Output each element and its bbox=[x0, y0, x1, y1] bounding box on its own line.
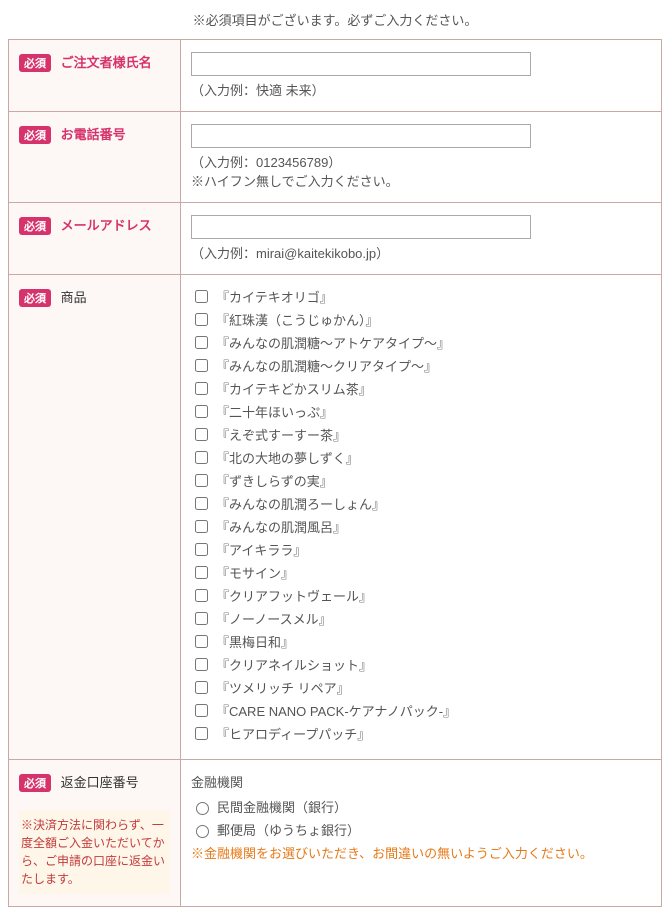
product-label: 『黒梅日和』 bbox=[216, 632, 294, 651]
product-label: 『ツメリッチ リペア』 bbox=[216, 678, 350, 697]
top-note: ※必須項目がございます。必ずご入力ください。 bbox=[0, 0, 670, 39]
product-checkbox[interactable] bbox=[195, 359, 208, 372]
product-label: 『北の大地の夢しずく』 bbox=[216, 448, 359, 467]
product-label: 『カイテキどかスリム茶』 bbox=[216, 379, 372, 398]
label-phone: お電話番号 bbox=[61, 127, 126, 142]
label-email: メールアドレス bbox=[61, 218, 152, 233]
required-badge: 必須 bbox=[19, 289, 51, 307]
refund-warn: ※金融機関をお選びいただき、お間違いの無いようご入力ください。 bbox=[191, 843, 651, 862]
required-badge: 必須 bbox=[19, 126, 51, 144]
refund-option-post: 郵便局（ゆうちょ銀行） bbox=[217, 820, 360, 839]
product-item: 『CARE NANO PACK-ケアナノパック-』 bbox=[191, 701, 651, 720]
product-list: 『カイテキオリゴ』『紅珠漢（こうじゅかん）』『みんなの肌潤糖～アトケアタイプ～』… bbox=[191, 287, 651, 743]
product-label: 『みんなの肌潤ろーしょん』 bbox=[216, 494, 385, 513]
required-badge: 必須 bbox=[19, 217, 51, 235]
product-checkbox[interactable] bbox=[195, 405, 208, 418]
refund-option-bank: 民間金融機関（銀行） bbox=[217, 797, 347, 816]
product-item: 『ヒアロディープパッチ』 bbox=[191, 724, 651, 743]
required-badge: 必須 bbox=[19, 54, 51, 72]
product-label: 『みんなの肌潤糖～アトケアタイプ～』 bbox=[216, 333, 450, 352]
product-label: 『CARE NANO PACK-ケアナノパック-』 bbox=[216, 701, 456, 720]
product-label: 『紅珠漢（こうじゅかん）』 bbox=[216, 310, 379, 329]
product-item: 『ずきしらずの実』 bbox=[191, 471, 651, 490]
product-item: 『みんなの肌潤糖～アトケアタイプ～』 bbox=[191, 333, 651, 352]
product-item: 『北の大地の夢しずく』 bbox=[191, 448, 651, 467]
product-label: 『アイキララ』 bbox=[216, 540, 306, 559]
product-label: 『モサイン』 bbox=[216, 563, 294, 582]
email-input[interactable] bbox=[191, 215, 531, 239]
product-checkbox[interactable] bbox=[195, 520, 208, 533]
product-checkbox[interactable] bbox=[195, 474, 208, 487]
product-checkbox[interactable] bbox=[195, 681, 208, 694]
product-checkbox[interactable] bbox=[195, 635, 208, 648]
refund-caution: ※決済方法に関わらず、一度全額ご入金いただいてから、ご申請の口座に返金いたします… bbox=[19, 810, 170, 894]
form-table: 必須 ご注文者様氏名 （入力例：快適 未来） 必須 お電話番号 （入力例：012… bbox=[8, 39, 662, 907]
product-item: 『ツメリッチ リペア』 bbox=[191, 678, 651, 697]
product-checkbox[interactable] bbox=[195, 497, 208, 510]
label-name: ご注文者様氏名 bbox=[61, 55, 152, 70]
product-label: 『えぞ式すーすー茶』 bbox=[216, 425, 346, 444]
product-item: 『二十年ほいっぷ』 bbox=[191, 402, 651, 421]
product-item: 『カイテキオリゴ』 bbox=[191, 287, 651, 306]
product-item: 『えぞ式すーすー茶』 bbox=[191, 425, 651, 444]
product-checkbox[interactable] bbox=[195, 704, 208, 717]
product-item: 『みんなの肌潤風呂』 bbox=[191, 517, 651, 536]
product-item: 『みんなの肌潤ろーしょん』 bbox=[191, 494, 651, 513]
product-checkbox[interactable] bbox=[195, 336, 208, 349]
product-label: 『ずきしらずの実』 bbox=[216, 471, 333, 490]
required-badge: 必須 bbox=[19, 774, 51, 792]
product-item: 『アイキララ』 bbox=[191, 540, 651, 559]
product-item: 『クリアネイルショット』 bbox=[191, 655, 651, 674]
product-checkbox[interactable] bbox=[195, 727, 208, 740]
name-input[interactable] bbox=[191, 52, 531, 76]
product-checkbox[interactable] bbox=[195, 612, 208, 625]
phone-hint: （入力例：0123456789） bbox=[191, 152, 651, 171]
product-checkbox[interactable] bbox=[195, 543, 208, 556]
product-label: 『二十年ほいっぷ』 bbox=[216, 402, 333, 421]
label-refund: 返金口座番号 bbox=[61, 775, 139, 790]
product-item: 『黒梅日和』 bbox=[191, 632, 651, 651]
product-checkbox[interactable] bbox=[195, 313, 208, 326]
product-item: 『モサイン』 bbox=[191, 563, 651, 582]
product-item: 『ノーノースメル』 bbox=[191, 609, 651, 628]
product-label: 『クリアフットヴェール』 bbox=[216, 586, 372, 605]
product-label: 『ノーノースメル』 bbox=[216, 609, 332, 628]
phone-note: ※ハイフン無しでご入力ください。 bbox=[191, 171, 651, 190]
name-hint: （入力例：快適 未来） bbox=[191, 80, 651, 99]
refund-radio-post[interactable] bbox=[196, 825, 209, 838]
product-label: 『みんなの肌潤風呂』 bbox=[216, 517, 346, 536]
refund-subhead: 金融機関 bbox=[191, 772, 651, 791]
label-products: 商品 bbox=[61, 290, 87, 305]
product-checkbox[interactable] bbox=[195, 290, 208, 303]
product-label: 『みんなの肌潤糖～クリアタイプ～』 bbox=[216, 356, 437, 375]
product-item: 『紅珠漢（こうじゅかん）』 bbox=[191, 310, 651, 329]
refund-radio-bank[interactable] bbox=[196, 802, 209, 815]
product-item: 『みんなの肌潤糖～クリアタイプ～』 bbox=[191, 356, 651, 375]
phone-input[interactable] bbox=[191, 124, 531, 148]
product-checkbox[interactable] bbox=[195, 428, 208, 441]
product-checkbox[interactable] bbox=[195, 451, 208, 464]
product-checkbox[interactable] bbox=[195, 589, 208, 602]
product-label: 『クリアネイルショット』 bbox=[216, 655, 372, 674]
product-checkbox[interactable] bbox=[195, 658, 208, 671]
product-checkbox[interactable] bbox=[195, 566, 208, 579]
product-label: 『ヒアロディープパッチ』 bbox=[216, 724, 370, 743]
product-checkbox[interactable] bbox=[195, 382, 208, 395]
product-label: 『カイテキオリゴ』 bbox=[216, 287, 333, 306]
email-hint: （入力例：mirai@kaitekikobo.jp） bbox=[191, 243, 651, 262]
product-item: 『カイテキどかスリム茶』 bbox=[191, 379, 651, 398]
product-item: 『クリアフットヴェール』 bbox=[191, 586, 651, 605]
